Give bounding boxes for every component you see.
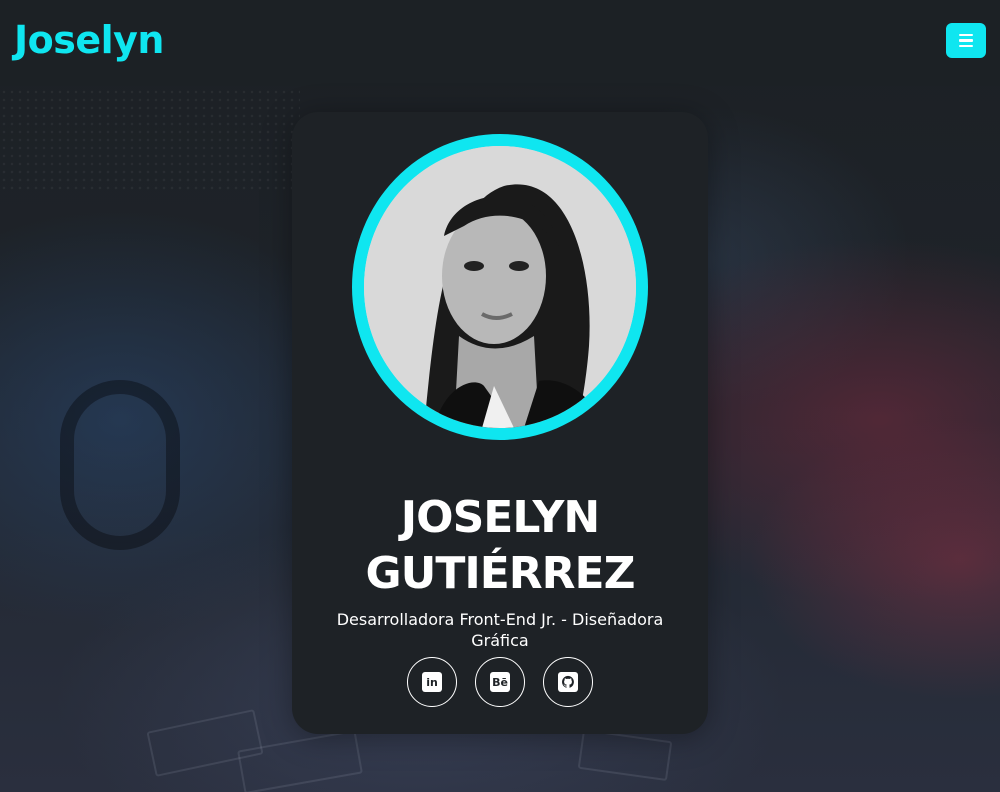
github-link[interactable] — [543, 657, 593, 707]
profile-name: JOSELYN GUTIÉRREZ — [292, 490, 708, 602]
profile-name-line2: GUTIÉRREZ — [365, 548, 635, 599]
github-logo — [561, 675, 574, 688]
behance-icon: Bē — [490, 672, 510, 692]
avatar — [352, 134, 648, 440]
linkedin-link[interactable]: in — [407, 657, 457, 707]
navbar: Joselyn — [0, 0, 1000, 86]
profile-photo — [364, 146, 636, 428]
social-links: in Bē — [292, 657, 708, 707]
profile-card: JOSELYN GUTIÉRREZ Desarrolladora Front-E… — [292, 112, 708, 734]
hamburger-icon-line — [959, 44, 973, 48]
background-sketch-box — [577, 728, 673, 782]
behance-link[interactable]: Bē — [475, 657, 525, 707]
profile-name-line1: JOSELYN — [400, 492, 600, 543]
hamburger-icon — [959, 33, 973, 37]
background-mug — [60, 380, 180, 550]
hamburger-icon-line — [959, 39, 973, 42]
menu-button[interactable] — [946, 23, 986, 58]
github-icon — [558, 672, 578, 692]
linkedin-icon: in — [422, 672, 442, 692]
site-logo[interactable]: Joselyn — [14, 18, 164, 62]
profile-subtitle: Desarrolladora Front-End Jr. - Diseñador… — [336, 610, 664, 650]
